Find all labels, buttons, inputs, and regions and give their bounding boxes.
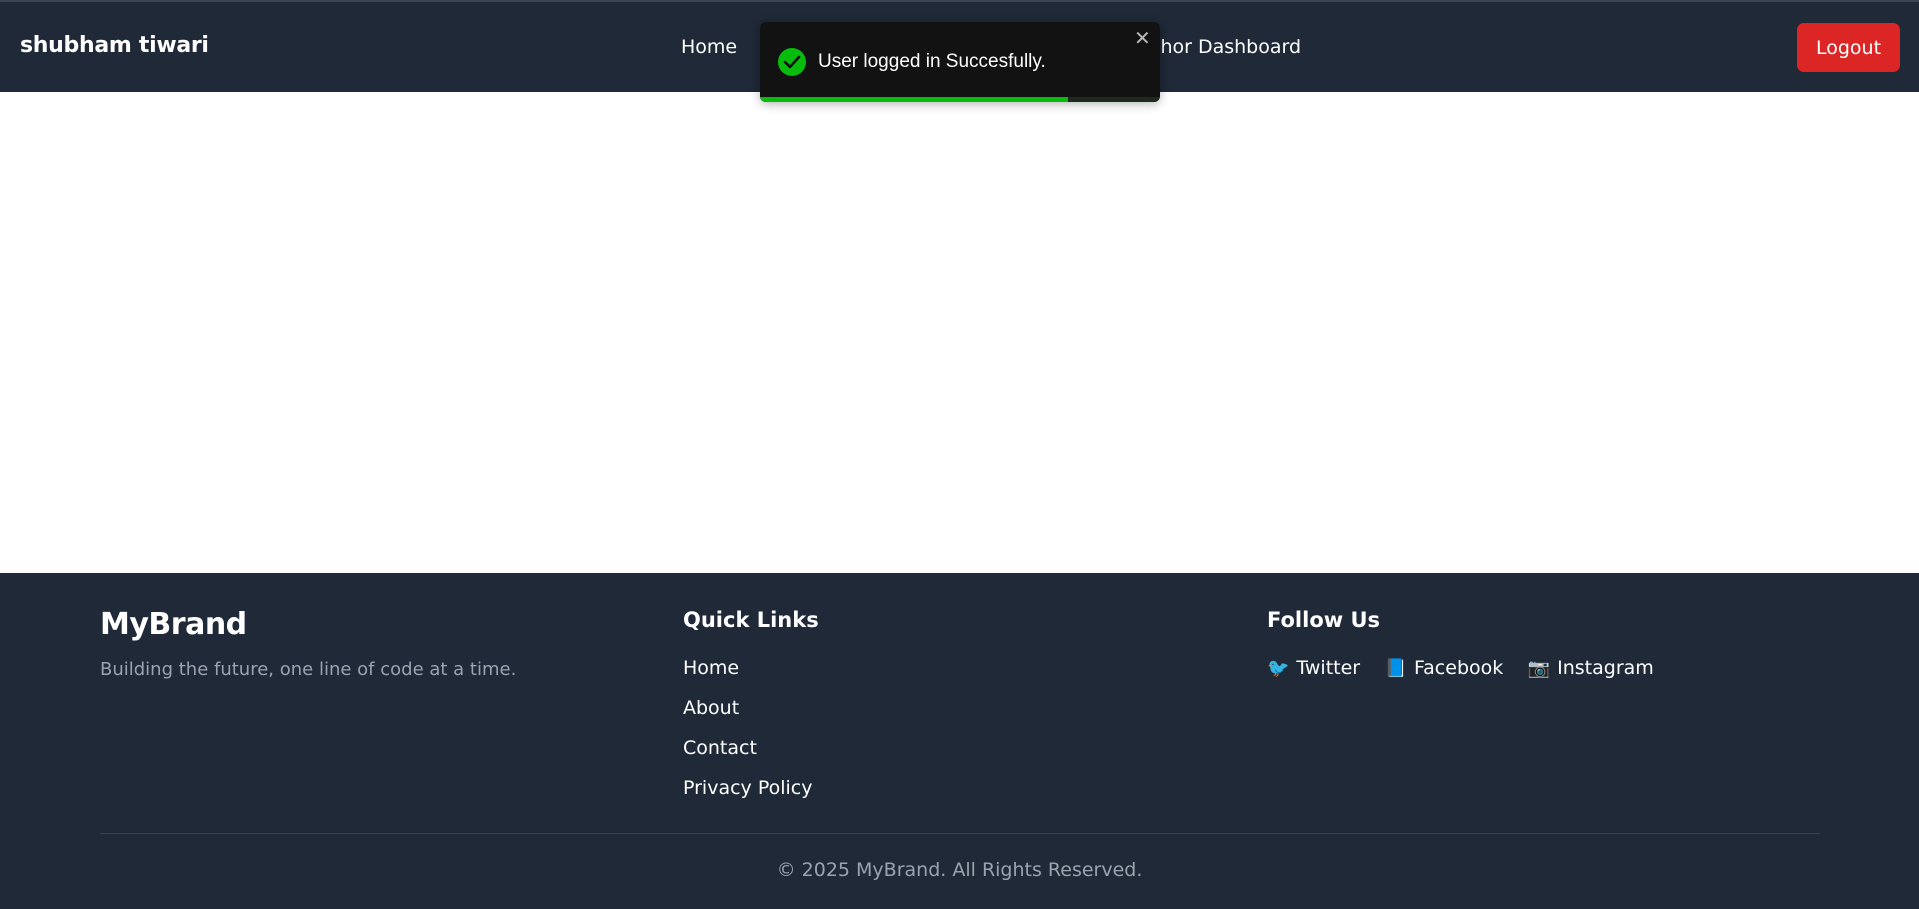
footer-link-privacy-policy[interactable]: Privacy Policy	[683, 777, 812, 799]
success-toast: User logged in Succesfully. ✕	[760, 22, 1160, 102]
check-circle-icon	[778, 48, 806, 76]
footer-link-home[interactable]: Home	[683, 657, 739, 679]
footer-link-contact[interactable]: Contact	[683, 737, 757, 759]
toast-progress-track	[760, 97, 1160, 102]
quick-links-heading: Quick Links	[683, 608, 819, 632]
footer-divider	[100, 833, 1820, 834]
close-icon[interactable]: ✕	[1134, 28, 1151, 48]
twitter-bird-icon: 🐦	[1267, 658, 1290, 679]
footer-tagline: Building the future, one line of code at…	[100, 659, 517, 680]
social-link-instagram[interactable]: 📷 Instagram	[1528, 657, 1654, 679]
footer: MyBrand Building the future, one line of…	[0, 573, 1919, 909]
nav-link-home[interactable]: Home	[681, 36, 737, 58]
social-label-twitter: Twitter	[1296, 657, 1361, 679]
footer-link-about[interactable]: About	[683, 697, 739, 719]
social-links: 🐦 Twitter 📘 Facebook 📷 Instagram	[1267, 657, 1674, 679]
toast-progress-bar	[760, 97, 1068, 102]
social-link-twitter[interactable]: 🐦 Twitter	[1267, 657, 1360, 679]
main-content	[0, 92, 1919, 573]
nav-link-author-dashboard[interactable]: thor Dashboard	[1153, 36, 1301, 58]
instagram-camera-icon: 📷	[1527, 658, 1551, 679]
follow-us-heading: Follow Us	[1267, 608, 1381, 632]
social-link-facebook[interactable]: 📘 Facebook	[1385, 657, 1504, 679]
footer-brand-title: MyBrand	[100, 607, 247, 642]
facebook-book-icon: 📘	[1384, 658, 1407, 679]
social-label-instagram: Instagram	[1557, 657, 1654, 679]
toast-message: User logged in Succesfully.	[818, 51, 1046, 72]
copyright-text: © 2025 MyBrand. All Rights Reserved.	[776, 859, 1143, 881]
social-label-facebook: Facebook	[1413, 657, 1504, 679]
logout-button[interactable]: Logout	[1797, 23, 1900, 72]
